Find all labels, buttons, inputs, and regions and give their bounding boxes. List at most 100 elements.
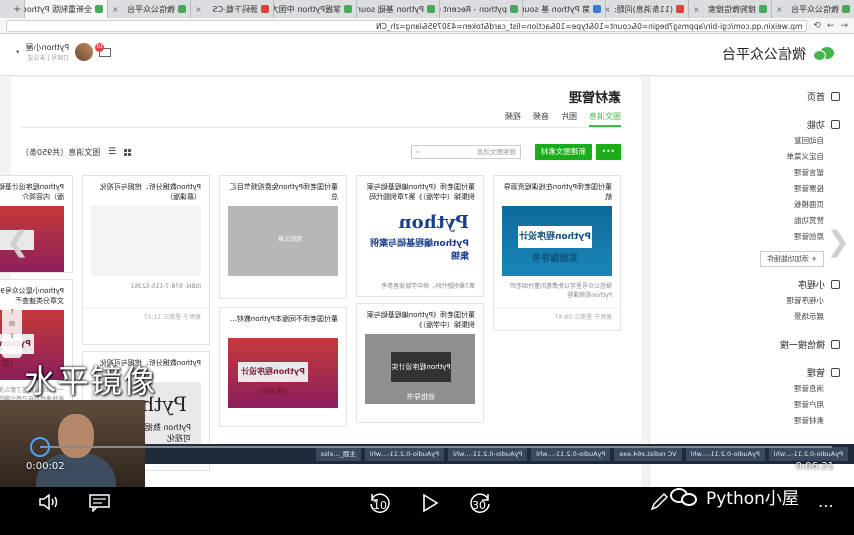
sidebar-group: 小程序 小程序管理 展示场景: [649, 275, 854, 325]
sidebar-group-title[interactable]: 功能: [649, 115, 854, 133]
taskbar-item[interactable]: PyAudio-0.2.11-...whl: [364, 447, 445, 461]
card-title: 董付国老师《Python编程基础与案例集锦（中学版）》第7章例题代码: [366, 183, 475, 201]
help-pill[interactable]: ? ✉ ⇧: [2, 300, 22, 358]
browser-tab[interactable]: (11条消息)问题:×: [605, 0, 688, 18]
browser-tab[interactable]: 微信公众平台 ×: [771, 0, 854, 18]
browser-tab[interactable]: 全新重制版 Python×: [24, 0, 107, 18]
reload-icon[interactable]: ⟳: [813, 21, 821, 31]
article-card[interactable]: Python程序设计基础与应用（慕课版）内容简介教材名称《Python程序设计实…: [0, 175, 73, 273]
new-tab-button[interactable]: +: [10, 0, 24, 18]
tab-3[interactable]: 视频: [505, 111, 521, 127]
new-article-button[interactable]: 新建图文素材: [534, 144, 592, 160]
menu-group-icon: [831, 91, 840, 101]
article-card[interactable]: 董付国老师Python免费视频节目汇总我的文章更新于 星期四 09:14: [219, 175, 347, 299]
sidebar-item[interactable]: 原创管理: [649, 229, 854, 245]
close-icon[interactable]: ×: [195, 5, 202, 14]
sidebar-group-title[interactable]: 小程序: [649, 275, 854, 293]
article-count: 图文消息（共950条）: [21, 147, 101, 157]
browser-tab[interactable]: 第 Python 基 sour×: [522, 0, 605, 18]
sidebar-item[interactable]: 页面模板: [649, 197, 854, 213]
search-icon[interactable]: ⌕: [416, 146, 420, 158]
article-card[interactable]: 董付国老师《Python编程基础与案例集锦（中学版）》第7章例题代码 Python…: [356, 175, 484, 297]
sidebar-item[interactable]: 展示场景: [649, 309, 854, 325]
seek-thumb[interactable]: [30, 437, 50, 457]
back-icon[interactable]: ←: [840, 21, 848, 31]
more-options-icon[interactable]: ⋯: [818, 496, 835, 515]
taskbar-item[interactable]: PyAudio-0.2.11-...whl: [531, 447, 611, 461]
tab-label: 全新重制版 Python: [24, 4, 92, 14]
close-icon[interactable]: ×: [776, 5, 783, 14]
sidebar-item[interactable]: 投票管理: [649, 181, 854, 197]
card-desc: ISBN: 978-7-115-52361: [130, 283, 201, 290]
divider: [21, 127, 621, 128]
tab-2[interactable]: 音频: [533, 111, 549, 127]
chevron-left-icon[interactable]: ❮: [6, 228, 29, 256]
sidebar-item[interactable]: 素材管理: [649, 413, 854, 429]
tab-label: 源码下载-CS: [212, 4, 258, 14]
chevron-right-icon[interactable]: ❯: [827, 228, 850, 256]
chevron-down-icon[interactable]: ▾: [16, 48, 20, 56]
video-player: 微信公众平台×搜狗微信搜索×(11条消息)问题:×第 Python 基 sour…: [0, 0, 854, 535]
close-icon[interactable]: ×: [112, 5, 119, 14]
browser-tab[interactable]: Python 基础 sour×: [356, 0, 439, 18]
sidebar-item[interactable]: 自动回复: [649, 133, 854, 149]
user-name: Python小屋: [25, 43, 70, 52]
sidebar-item[interactable]: 留言管理: [649, 165, 854, 181]
grid-view-icon[interactable]: [124, 148, 132, 156]
taskbar-item[interactable]: PyAudio-0.2.11-...whl: [448, 447, 528, 461]
taskbar-item[interactable]: 主题_...xlsx: [315, 447, 361, 461]
subtitles-icon[interactable]: [88, 492, 112, 512]
sidebar-group-title[interactable]: 首页: [649, 87, 854, 105]
browser-tab[interactable]: 掌握Python 中国大×: [273, 0, 356, 18]
tab-1[interactable]: 图片: [561, 111, 577, 127]
article-card[interactable]: 董付国老师Python在线课程资源导航 Python程序设计实验指导书 微信公众号里…: [493, 175, 621, 331]
sidebar-item[interactable]: 消息管理: [649, 381, 854, 397]
more-button[interactable]: •••: [595, 144, 621, 160]
seek-bar[interactable]: [40, 446, 832, 448]
sidebar-item[interactable]: 用户管理: [649, 397, 854, 413]
article-card[interactable]: 董付国老师《Python编程基础与案例集锦（中学版）》 Python程序设计实验指…: [356, 303, 484, 423]
taskbar-item[interactable]: VC redist.x64.exe: [614, 447, 682, 461]
tab-0[interactable]: 图文消息: [589, 111, 621, 127]
user-area[interactable]: 10 Python小屋 订阅号 | 未认证 ▾: [16, 42, 112, 62]
logo[interactable]: 微信公众平台: [722, 44, 834, 64]
forward-icon[interactable]: →: [827, 21, 835, 31]
mail-icon[interactable]: 10: [95, 42, 112, 57]
browser-tab[interactable]: 源码下载-CS ×: [190, 0, 273, 18]
add-plugin-button[interactable]: + 添加功能插件: [759, 251, 824, 267]
search-input[interactable]: 搜索图文消息 ⌕: [410, 145, 521, 159]
sidebar-group-label: 微信搜一搜: [779, 340, 825, 351]
close-icon[interactable]: ×: [605, 5, 611, 14]
sidebar-item[interactable]: 赞赏功能: [649, 213, 854, 229]
video-caption: 水平镜像: [24, 362, 157, 400]
url-input[interactable]: mp.weixin.qq.com/cgi-bin/appmsg?begin=0&…: [6, 19, 808, 32]
cover-logo-text: Python: [398, 212, 470, 233]
taskbar-item[interactable]: PyAudio-0.2.11-...whl: [685, 447, 765, 461]
avatar[interactable]: [75, 43, 94, 61]
close-icon[interactable]: ×: [693, 5, 700, 14]
tab-label: 搜狗微信搜索: [708, 4, 756, 14]
card-footer: 更新于 星期三 09:47: [494, 308, 620, 324]
brand-watermark: Python小屋: [670, 484, 799, 509]
browser-tab[interactable]: python - Recent qu×: [439, 0, 522, 18]
search-placeholder: 搜索图文消息: [476, 148, 516, 156]
sidebar-item[interactable]: 自定义菜单: [649, 149, 854, 165]
sidebar-item[interactable]: 小程序管理: [649, 293, 854, 309]
card-desc: 第7章例题代码，供中学版读者参考: [381, 283, 475, 290]
list-view-icon[interactable]: ☰: [108, 147, 116, 157]
volume-icon[interactable]: [38, 492, 62, 512]
pen-icon[interactable]: [648, 491, 670, 513]
user-type: 订阅号: [51, 55, 70, 62]
menu-group-icon: [831, 339, 840, 349]
browser-tab[interactable]: 微信公众平台 ×: [107, 0, 190, 18]
sidebar-group-title[interactable]: 管理: [649, 363, 854, 381]
toolbar: ••• 新建图文素材 搜索图文消息 ⌕ ☰ 图文消息（共950条）: [21, 143, 621, 161]
browser-tab[interactable]: 搜狗微信搜索 ×: [688, 0, 771, 18]
play-icon[interactable]: [420, 492, 440, 514]
sidebar-group-title[interactable]: 微信搜一搜: [649, 335, 854, 353]
sidebar-group: 管理 消息管理 用户管理 素材管理: [649, 363, 854, 429]
article-card[interactable]: 董付国老师不同版本Python教材... Python程序设计(第3版): [219, 307, 347, 427]
browser-tab-bar: 微信公众平台×搜狗微信搜索×(11条消息)问题:×第 Python 基 sour…: [0, 0, 854, 18]
article-card[interactable]: Python数据分析、挖掘与可视化（慕课版） ISBN: 978-7-115-52…: [82, 175, 210, 345]
taskbar-item[interactable]: PyAudio-0.2.11-...whl: [768, 447, 848, 461]
